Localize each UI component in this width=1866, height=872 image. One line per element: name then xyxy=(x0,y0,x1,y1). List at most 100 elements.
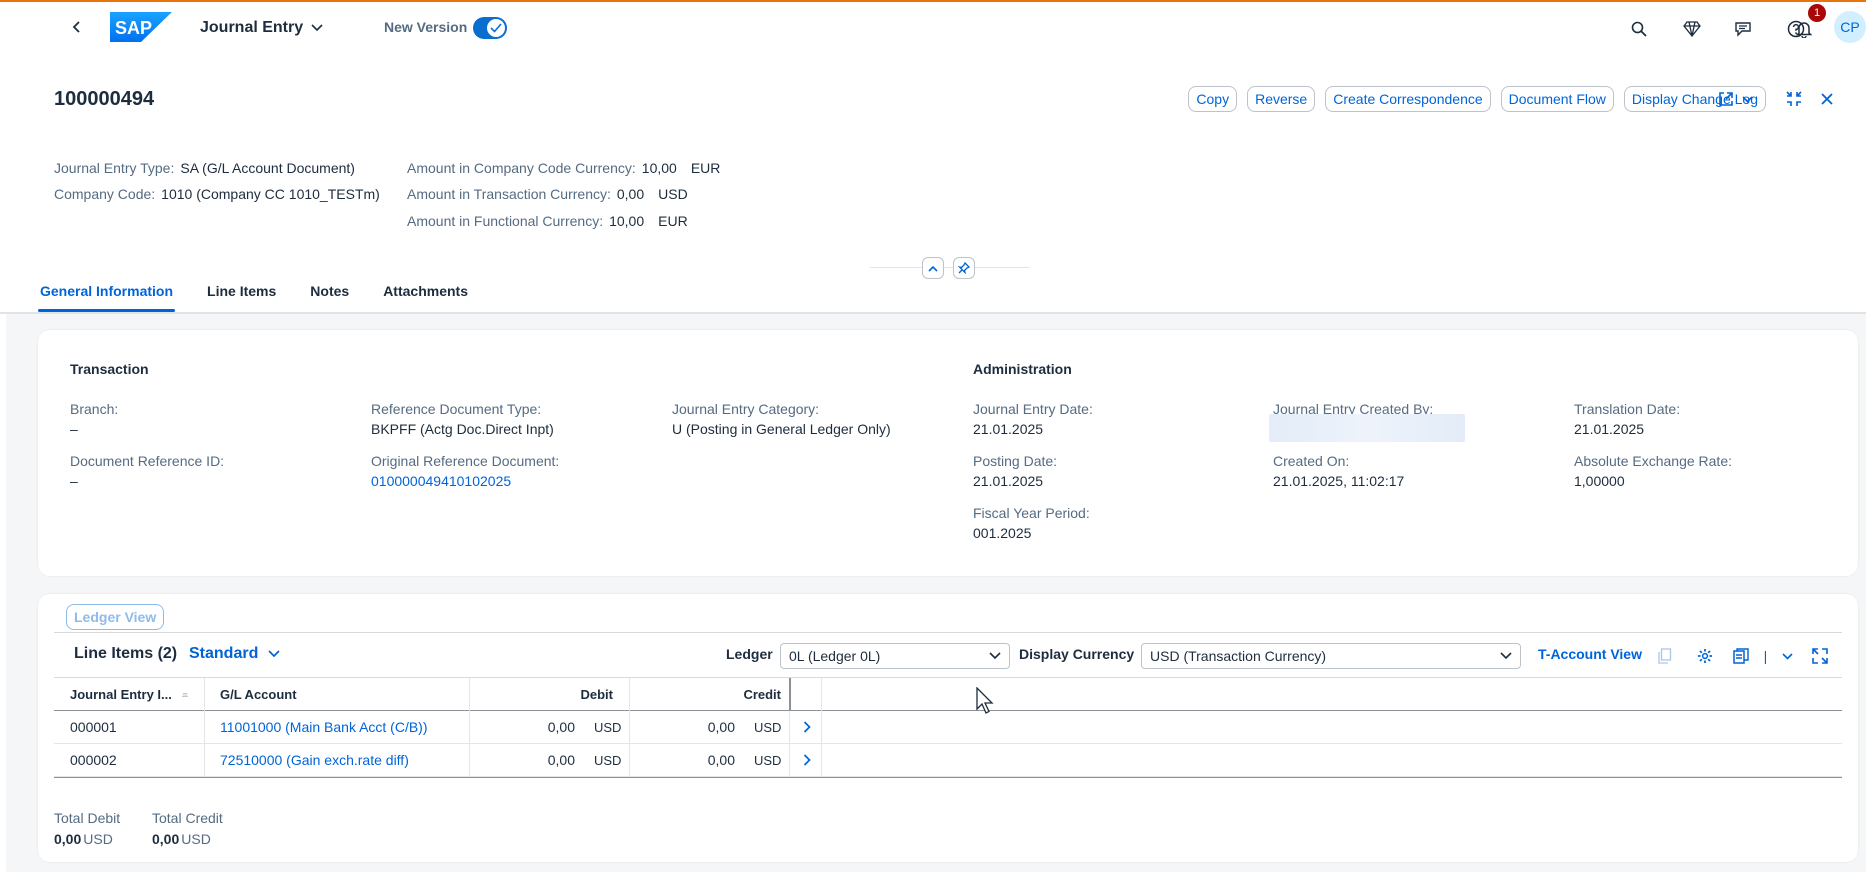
debit-amount: 0,00 xyxy=(547,719,575,735)
avatar[interactable]: CP xyxy=(1834,11,1866,43)
display-currency-label: Display Currency xyxy=(1019,646,1135,662)
abs-rate-value: 1,00000 xyxy=(1574,473,1625,489)
diamond-icon xyxy=(1683,21,1701,37)
table-settings-button[interactable] xyxy=(1693,644,1717,668)
export-menu-button[interactable]: | xyxy=(1733,644,1793,668)
total-credit-value: 0,00 xyxy=(152,831,180,847)
column-header-item[interactable]: Journal Entry I... xyxy=(54,678,204,711)
back-button[interactable] xyxy=(66,16,88,38)
search-icon xyxy=(1631,21,1647,37)
section-title-transaction: Transaction xyxy=(70,361,149,377)
row-navigation[interactable] xyxy=(791,744,823,776)
fiscal-period-value: 001.2025 xyxy=(973,525,1032,541)
ledger-select-value: 0L (Ledger 0L) xyxy=(789,648,881,664)
total-credit: Total Credit 0,00 USD xyxy=(152,810,223,847)
svg-text:SAP: SAP xyxy=(115,18,152,38)
exit-fullscreen-button[interactable] xyxy=(1786,87,1802,111)
gl-account-link[interactable]: 72510000 (Gain exch.rate diff) xyxy=(220,744,409,776)
item-number: 000001 xyxy=(70,719,117,735)
fullscreen-button[interactable] xyxy=(1808,644,1832,668)
credit-currency: USD xyxy=(754,752,782,768)
credit-amount: 0,00 xyxy=(707,752,735,768)
chevron-right-icon xyxy=(803,754,811,766)
attr-amount-company-code: Amount in Company Code Currency: 10,00 EUR xyxy=(407,160,721,176)
table-header: Journal Entry I... G/L Account Debit Cre… xyxy=(54,677,1842,711)
display-currency-select[interactable]: USD (Transaction Currency) xyxy=(1141,643,1521,669)
collapse-header-button[interactable] xyxy=(922,257,944,279)
chevron-left-icon xyxy=(72,21,80,33)
ledger-view-button[interactable]: Ledger View xyxy=(66,604,165,630)
pin-header-button[interactable] xyxy=(953,257,975,279)
export-icon xyxy=(1733,648,1749,664)
copy-button[interactable]: Copy xyxy=(1188,86,1238,112)
app-title: Journal Entry xyxy=(200,19,304,36)
tab-bar: General Information Line Items Notes Att… xyxy=(38,280,500,312)
column-header-credit[interactable]: Credit xyxy=(629,678,789,711)
tab-general-information[interactable]: General Information xyxy=(38,280,176,312)
header-divider xyxy=(870,267,1030,268)
attr-journal-entry-type: Journal Entry Type: SA (G/L Account Docum… xyxy=(54,160,355,176)
abs-rate-label: Absolute Exchange Rate: xyxy=(1574,453,1732,469)
feedback-button[interactable] xyxy=(1730,15,1758,43)
variant-selector[interactable]: Standard xyxy=(189,645,280,663)
tab-line-items[interactable]: Line Items xyxy=(205,280,278,312)
sap-logo[interactable]: SAP xyxy=(110,12,172,42)
create-correspondence-button[interactable]: Create Correspondence xyxy=(1325,86,1491,112)
item-number: 000002 xyxy=(70,752,117,768)
doc-ref-id-value: – xyxy=(70,473,78,489)
translation-date-label: Translation Date: xyxy=(1574,401,1681,417)
column-header-gl-account[interactable]: G/L Account xyxy=(204,678,469,711)
chevron-right-icon xyxy=(803,721,811,733)
table-row[interactable]: 000001 11001000 (Main Bank Acct (C/B)) 0… xyxy=(54,711,1842,744)
gl-account-link[interactable]: 11001000 (Main Bank Acct (C/B)) xyxy=(220,711,428,743)
section-title-administration: Administration xyxy=(973,361,1072,377)
copy-rows-button[interactable] xyxy=(1653,644,1677,668)
doc-ref-id-label: Document Reference ID: xyxy=(70,453,225,469)
orig-ref-doc-label: Original Reference Document: xyxy=(371,453,560,469)
posting-date-value: 21.01.2025 xyxy=(973,473,1044,489)
je-category-value: U (Posting in General Ledger Only) xyxy=(672,421,891,437)
je-category-label: Journal Entry Category: xyxy=(672,401,820,417)
table-bottom-border xyxy=(54,777,1842,778)
toolbar-divider xyxy=(54,632,1842,633)
branch-value: – xyxy=(70,421,78,437)
reverse-button[interactable]: Reverse xyxy=(1247,86,1316,112)
sort-icon xyxy=(181,692,188,697)
close-button[interactable] xyxy=(1820,87,1834,111)
new-version-toggle[interactable] xyxy=(473,17,507,39)
row-navigation[interactable] xyxy=(791,711,823,743)
t-account-view-link[interactable]: T-Account View xyxy=(1538,646,1642,662)
ledger-select[interactable]: 0L (Ledger 0L) xyxy=(780,643,1010,669)
check-icon xyxy=(490,23,502,33)
shell-bar: SAP Journal Entry New Version xyxy=(0,2,1866,54)
translation-date-value: 21.01.2025 xyxy=(1574,421,1645,437)
posting-date-label: Posting Date: xyxy=(973,453,1058,469)
ref-doc-type-label: Reference Document Type: xyxy=(371,401,542,417)
variant-label: Standard xyxy=(189,645,259,662)
chevron-up-icon xyxy=(928,265,938,272)
document-flow-button[interactable]: Document Flow xyxy=(1500,86,1614,112)
debit-currency: USD xyxy=(594,719,622,735)
total-credit-currency: USD xyxy=(181,831,211,847)
total-debit: Total Debit 0,00 USD xyxy=(54,810,120,847)
app-title-menu[interactable]: Journal Entry xyxy=(200,19,323,37)
mouse-cursor-icon xyxy=(976,687,994,714)
share-icon xyxy=(1719,92,1733,106)
tab-attachments[interactable]: Attachments xyxy=(381,280,470,312)
je-date-label: Journal Entry Date: xyxy=(973,401,1093,417)
credit-currency: USD xyxy=(754,719,782,735)
orig-ref-doc-link[interactable]: 010000049410102025 xyxy=(371,473,511,489)
tab-notes[interactable]: Notes xyxy=(308,280,351,312)
chevron-down-icon xyxy=(1500,652,1512,660)
display-currency-value: USD (Transaction Currency) xyxy=(1150,648,1327,664)
total-debit-label: Total Debit xyxy=(54,810,121,826)
share-menu-button[interactable] xyxy=(1718,87,1753,111)
column-header-debit[interactable]: Debit xyxy=(469,678,629,711)
joule-button[interactable] xyxy=(1678,15,1706,43)
attr-company-code: Company Code: 1010 (Company CC 1010_TESTm… xyxy=(54,186,380,202)
table-row[interactable]: 000002 72510000 (Gain exch.rate diff) 0,… xyxy=(54,744,1842,777)
ledger-label: Ledger xyxy=(726,646,773,662)
chevron-down-icon xyxy=(1742,95,1753,103)
chevron-down-icon xyxy=(1782,652,1793,660)
search-button[interactable] xyxy=(1625,15,1653,43)
